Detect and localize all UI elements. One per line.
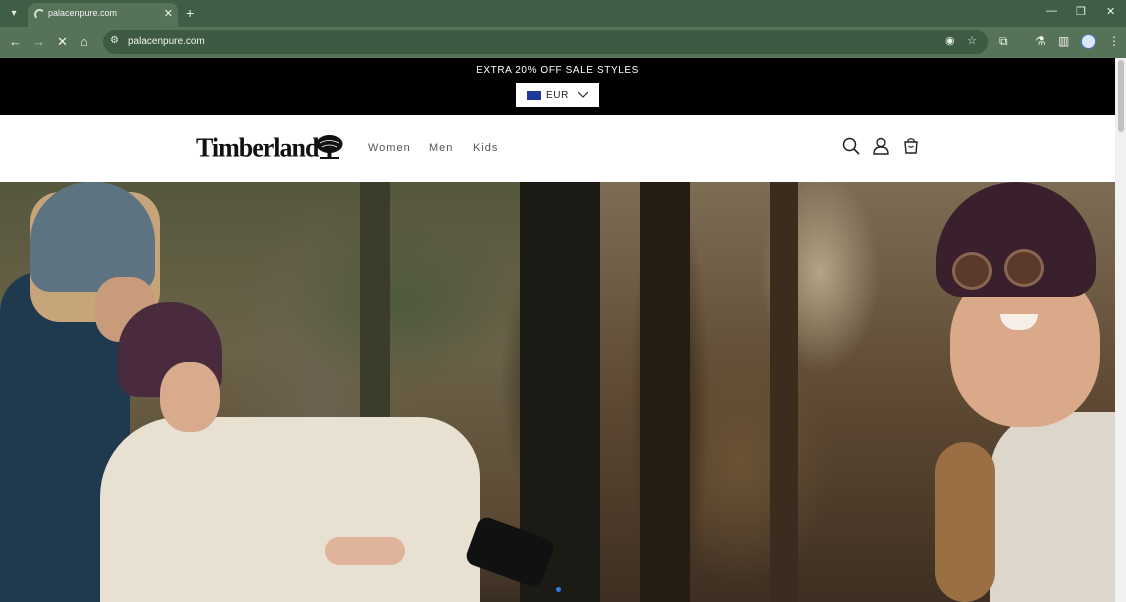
account-icon[interactable] [872, 137, 890, 155]
scroll-thumb[interactable] [1118, 60, 1124, 132]
tab-search-icon[interactable]: ▾ [6, 6, 22, 22]
home-icon[interactable]: ⌂ [80, 34, 88, 50]
currency-selector[interactable]: EUR [516, 83, 599, 107]
hero-carousel[interactable] [0, 182, 1115, 602]
tree-logo-icon[interactable] [315, 134, 344, 160]
white-puffer-jacket [990, 412, 1115, 602]
forward-icon[interactable]: → [32, 34, 45, 50]
carousel-indicator-dot[interactable] [556, 587, 561, 592]
hair [935, 442, 995, 602]
tab-title: palacenpure.com [48, 8, 118, 18]
nav-men[interactable]: Men [429, 142, 453, 154]
sunglasses-lens [1004, 249, 1044, 287]
scrollbar[interactable] [1115, 58, 1126, 602]
promo-text[interactable]: EXTRA 20% OFF SALE STYLES [0, 65, 1115, 76]
labs-icon[interactable]: ⚗ [1035, 34, 1046, 48]
minimize-icon[interactable]: — [1046, 5, 1057, 17]
tree-trunk [770, 182, 798, 602]
browser-toolbar: ← → ✕ ⌂ ⚙ palacenpure.com ◉ ☆ ⧉ ⚗ ▥ ⋮ [0, 27, 1126, 58]
sunglasses-lens [952, 252, 992, 290]
tracking-protection-icon[interactable]: ◉ [945, 34, 955, 47]
nav-kids[interactable]: Kids [473, 142, 498, 154]
currency-code: EUR [546, 90, 569, 101]
restore-icon[interactable]: ❐ [1076, 5, 1086, 18]
back-icon[interactable]: ← [9, 34, 22, 50]
hero-image-left [0, 182, 600, 602]
hero-image-right [600, 182, 1115, 602]
side-panel-icon[interactable]: ▥ [1058, 34, 1069, 48]
extensions-icon[interactable]: ⧉ [999, 34, 1008, 49]
promo-banner: EXTRA 20% OFF SALE STYLES EUR [0, 58, 1115, 115]
white-puffer-jacket [100, 417, 480, 602]
address-bar[interactable]: ⚙ palacenpure.com ◉ ☆ [103, 30, 988, 54]
cart-icon[interactable] [902, 137, 920, 155]
nav-women[interactable]: Women [368, 142, 411, 154]
browser-tab[interactable]: palacenpure.com ✕ [28, 3, 178, 27]
chevron-down-icon [578, 91, 588, 98]
face [160, 362, 220, 432]
browser-tabstrip: ▾ palacenpure.com ✕ + — ❐ ✕ [0, 0, 1126, 27]
tree-trunk [640, 182, 690, 602]
loading-spinner-icon [34, 9, 45, 20]
bookmark-star-icon[interactable]: ☆ [967, 34, 977, 47]
tab-close-icon[interactable]: ✕ [164, 7, 173, 20]
site-info-icon[interactable]: ⚙ [110, 35, 119, 46]
grey-beanie [30, 182, 155, 292]
stop-loading-icon[interactable]: ✕ [57, 34, 68, 50]
eu-flag-icon [527, 91, 541, 100]
menu-icon[interactable]: ⋮ [1108, 34, 1120, 48]
new-tab-button[interactable]: + [186, 5, 194, 21]
site-header: Timberland Women Men Kids [0, 115, 1115, 182]
profile-avatar[interactable] [1081, 34, 1096, 49]
url-text[interactable]: palacenpure.com [128, 36, 205, 47]
window-close-icon[interactable]: ✕ [1106, 5, 1115, 18]
site-logo[interactable]: Timberland [196, 132, 319, 164]
search-icon[interactable] [842, 137, 860, 155]
hand [325, 537, 405, 565]
page-viewport: EXTRA 20% OFF SALE STYLES EUR Timberland… [0, 58, 1126, 602]
